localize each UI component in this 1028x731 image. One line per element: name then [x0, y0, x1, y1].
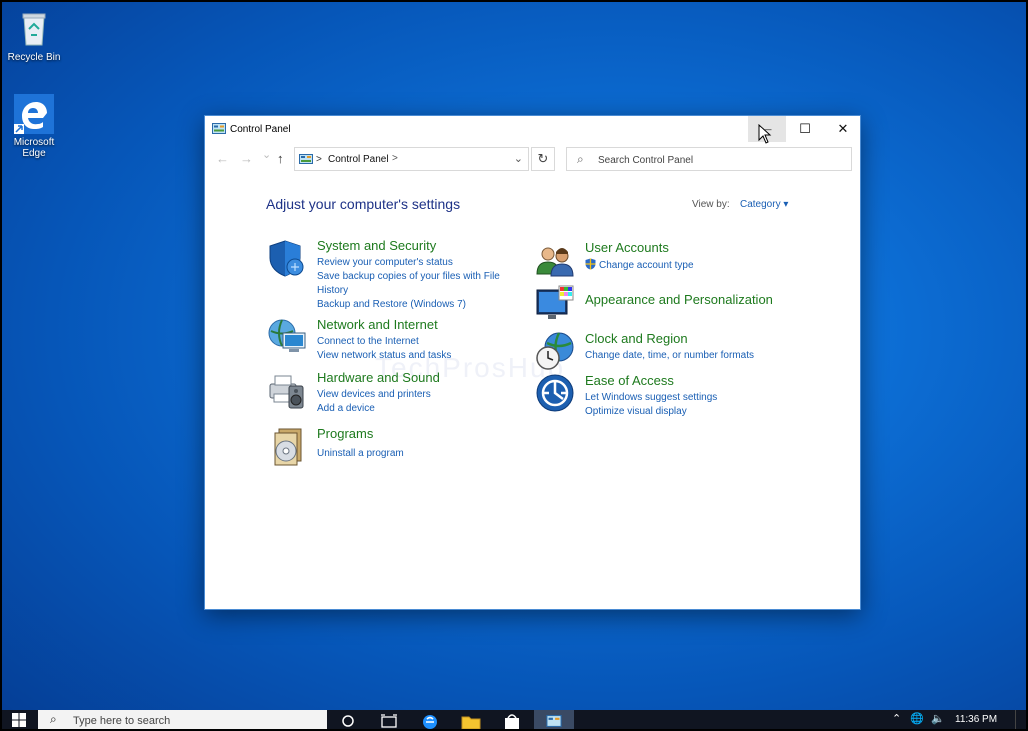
category-clock-region: Clock and Region Change date, time, or n…: [535, 331, 795, 371]
category-title[interactable]: Hardware and Sound: [317, 370, 440, 385]
monitor-palette-icon: [536, 285, 574, 319]
tray-chevron-icon[interactable]: ⌃: [892, 713, 901, 725]
link-label: Change account type: [599, 260, 694, 271]
link-suggest-settings[interactable]: Let Windows suggest settings: [585, 391, 785, 405]
edge-icon: [14, 94, 54, 134]
category-title[interactable]: System and Security: [317, 238, 436, 253]
link-change-formats[interactable]: Change date, time, or number formats: [585, 349, 785, 363]
edge-taskbar-icon[interactable]: [419, 712, 441, 729]
refresh-button[interactable]: ↻: [531, 147, 555, 171]
search-icon: ⌕: [577, 152, 584, 166]
desktop: Recycle Bin Microsoft Edge Control Panel…: [2, 2, 1026, 729]
taskbar: ⌕ Type here to search ⌃ 🌐 🔈 11:36 PM: [2, 710, 1026, 729]
desktop-icon-label: Recycle Bin: [7, 52, 61, 63]
category-network-internet: Network and Internet Connect to the Inte…: [267, 317, 527, 363]
recent-locations-icon[interactable]: ⌄: [262, 148, 271, 161]
category-title[interactable]: Programs: [317, 426, 373, 441]
desktop-icon-label: Microsoft Edge: [13, 137, 55, 159]
recycle-bin-icon: [14, 9, 54, 49]
control-panel-icon: [546, 715, 562, 727]
network-globe-icon: [268, 319, 306, 352]
programs-disc-icon: [274, 428, 302, 466]
store-icon[interactable]: [501, 712, 523, 729]
control-panel-icon: [299, 154, 313, 164]
back-arrow-icon[interactable]: ←: [216, 151, 229, 166]
control-panel-window: Control Panel — ☐ ✕ ← → ⌄ ↑ > Control Pa…: [204, 115, 861, 610]
link-network-status[interactable]: View network status and tasks: [317, 349, 517, 363]
system-tray: ⌃ 🌐 🔈: [892, 712, 945, 725]
task-view-icon[interactable]: [378, 712, 400, 729]
up-arrow-icon[interactable]: ↑: [277, 151, 284, 166]
search-icon: ⌕: [50, 712, 57, 726]
address-bar[interactable]: > Control Panel > ⌄: [294, 147, 529, 171]
link-backup-restore[interactable]: Backup and Restore (Windows 7): [317, 298, 517, 312]
mouse-cursor-icon: [758, 124, 772, 144]
category-ease-of-access: Ease of Access Let Windows suggest setti…: [535, 373, 795, 419]
file-explorer-icon[interactable]: [460, 712, 482, 729]
maximize-button[interactable]: ☐: [786, 116, 824, 142]
window-title: Control Panel: [230, 124, 291, 135]
page-title: Adjust your computer's settings: [266, 196, 461, 212]
clock-globe-icon: [536, 332, 574, 370]
search-input[interactable]: [598, 152, 838, 168]
category-title[interactable]: Appearance and Personalization: [585, 292, 773, 307]
link-connect-internet[interactable]: Connect to the Internet: [317, 335, 517, 349]
accessibility-icon: [536, 374, 574, 412]
link-devices-printers[interactable]: View devices and printers: [317, 388, 517, 402]
speaker-icon[interactable]: 🔈: [931, 713, 945, 725]
breadcrumb-separator[interactable]: >: [316, 154, 322, 165]
forward-arrow-icon[interactable]: →: [240, 151, 253, 166]
link-add-device[interactable]: Add a device: [317, 402, 517, 416]
category-title[interactable]: Ease of Access: [585, 373, 674, 388]
desktop-icon-recycle-bin[interactable]: Recycle Bin: [2, 9, 66, 63]
category-appearance: Appearance and Personalization: [535, 284, 795, 324]
network-globe-icon[interactable]: 🌐: [910, 713, 924, 725]
view-by-dropdown[interactable]: Category ▾: [740, 199, 788, 210]
show-desktop-button[interactable]: [1015, 710, 1026, 729]
taskbar-clock[interactable]: 11:36 PM: [955, 714, 997, 725]
category-title[interactable]: User Accounts: [585, 240, 669, 255]
navigation-bar: ← → ⌄ ↑ > Control Panel > ⌄ ↻ ⌕: [205, 146, 860, 172]
view-by-label: View by:: [692, 199, 730, 210]
category-programs: Programs Uninstall a program: [267, 426, 527, 466]
link-review-status[interactable]: Review your computer's status: [317, 256, 517, 270]
desktop-icon-edge[interactable]: Microsoft Edge: [2, 94, 66, 159]
uac-shield-icon: [585, 258, 596, 270]
breadcrumb-separator[interactable]: >: [392, 153, 398, 164]
category-title[interactable]: Clock and Region: [585, 331, 688, 346]
breadcrumb-control-panel[interactable]: Control Panel: [328, 154, 389, 165]
control-panel-icon: [212, 123, 226, 134]
chevron-down-icon[interactable]: ⌄: [514, 152, 523, 165]
category-system-security: System and Security Review your computer…: [267, 238, 527, 310]
link-change-account-type[interactable]: Change account type: [585, 258, 785, 273]
search-box[interactable]: ⌕: [566, 147, 852, 171]
taskbar-search-placeholder: Type here to search: [73, 715, 171, 727]
shield-icon: [269, 240, 304, 277]
category-title[interactable]: Network and Internet: [317, 317, 438, 332]
taskbar-search-box[interactable]: ⌕ Type here to search: [38, 710, 327, 729]
category-user-accounts: User Accounts Change account type: [535, 240, 795, 280]
maximize-icon: ☐: [799, 121, 811, 136]
category-hardware-sound: Hardware and Sound View devices and prin…: [267, 370, 527, 416]
task-view-search-icon[interactable]: [338, 712, 360, 729]
refresh-icon: ↻: [537, 151, 549, 166]
link-file-history[interactable]: Save backup copies of your files with Fi…: [317, 270, 507, 298]
close-icon: ✕: [837, 121, 849, 136]
link-optimize-display[interactable]: Optimize visual display: [585, 405, 785, 419]
control-panel-taskbar-button[interactable]: [534, 710, 574, 729]
link-uninstall-program[interactable]: Uninstall a program: [317, 447, 517, 461]
users-icon: [536, 247, 574, 277]
windows-start-icon[interactable]: [12, 713, 26, 727]
printer-speaker-icon: [269, 375, 304, 409]
close-button[interactable]: ✕: [824, 116, 862, 142]
